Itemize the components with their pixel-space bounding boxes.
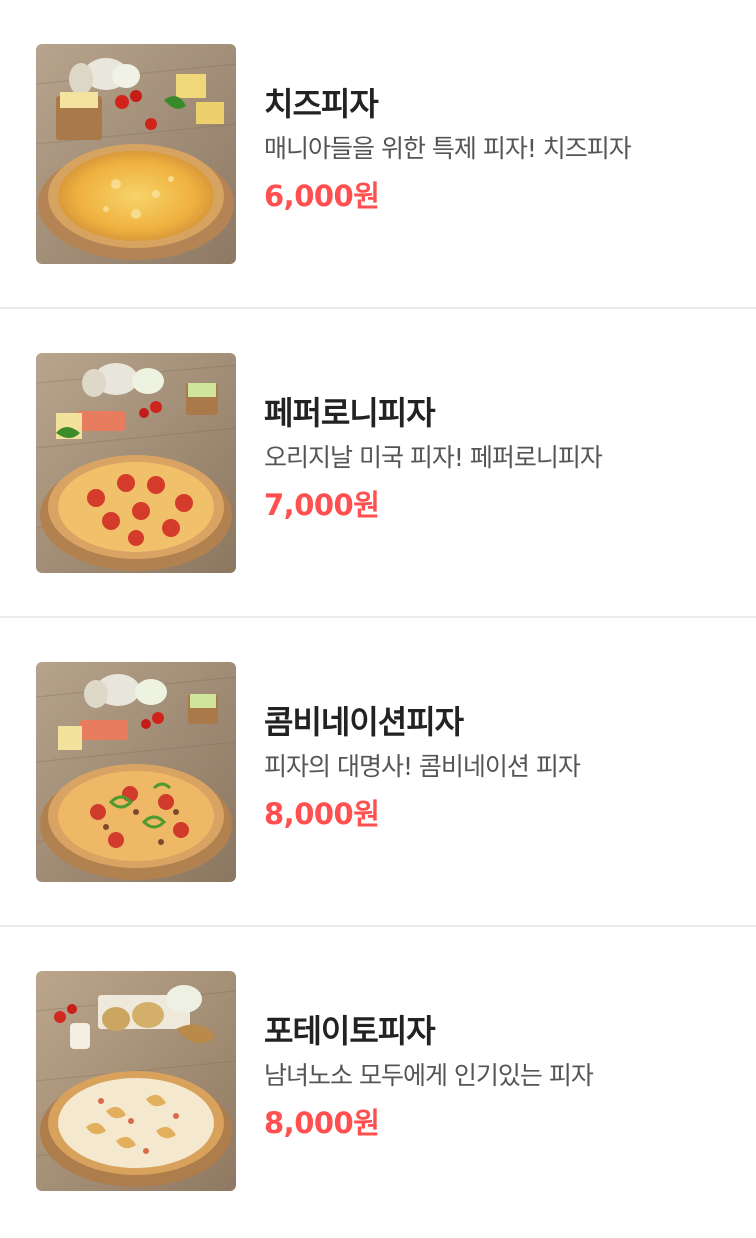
- menu-item-description: 매니아들을 위한 특제 피자! 치즈피자: [264, 134, 632, 163]
- menu-item-name[interactable]: 콤비네이션피자: [264, 702, 736, 742]
- menu-item-potato-pizza[interactable]: 포테이토피자 남녀노소 모두에게 인기있는 피자 8,000원: [0, 927, 756, 1236]
- menu-item-description: 오리지날 미국 피자! 페퍼로니피자: [264, 443, 603, 472]
- menu-item-description: 피자의 대명사! 콤비네이션 피자: [264, 752, 581, 781]
- combination-pizza-image[interactable]: [36, 662, 236, 882]
- cheese-pizza-image[interactable]: [36, 44, 236, 264]
- potato-pizza-image[interactable]: [36, 971, 236, 1191]
- menu-item-info: 치즈피자 매니아들을 위한 특제 피자! 치즈피자 6,000원: [264, 84, 736, 214]
- menu-item-name[interactable]: 포테이토피자: [264, 1011, 736, 1051]
- menu-item-info: 페퍼로니피자 오리지날 미국 피자! 페퍼로니피자 7,000원: [264, 393, 736, 523]
- menu-item-info: 포테이토피자 남녀노소 모두에게 인기있는 피자 8,000원: [264, 1011, 736, 1141]
- menu-item-pepperoni-pizza[interactable]: 페퍼로니피자 오리지날 미국 피자! 페퍼로니피자 7,000원: [0, 309, 756, 618]
- menu-item-combination-pizza[interactable]: 콤비네이션피자 피자의 대명사! 콤비네이션 피자 8,000원: [0, 618, 756, 927]
- menu-list: 치즈피자 매니아들을 위한 특제 피자! 치즈피자 6,000원 페퍼로니피자 …: [0, 0, 756, 1236]
- menu-item-info: 콤비네이션피자 피자의 대명사! 콤비네이션 피자 8,000원: [264, 702, 736, 832]
- menu-item-cheese-pizza[interactable]: 치즈피자 매니아들을 위한 특제 피자! 치즈피자 6,000원: [0, 0, 756, 309]
- menu-item-price: 6,000원: [264, 179, 380, 213]
- menu-item-price: 8,000원: [264, 1106, 380, 1140]
- menu-item-name[interactable]: 페퍼로니피자: [264, 393, 736, 433]
- menu-item-name[interactable]: 치즈피자: [264, 84, 736, 124]
- menu-item-price: 8,000원: [264, 797, 380, 831]
- menu-item-price: 7,000원: [264, 488, 380, 522]
- pepperoni-pizza-image[interactable]: [36, 353, 236, 573]
- menu-item-description: 남녀노소 모두에게 인기있는 피자: [264, 1061, 594, 1090]
